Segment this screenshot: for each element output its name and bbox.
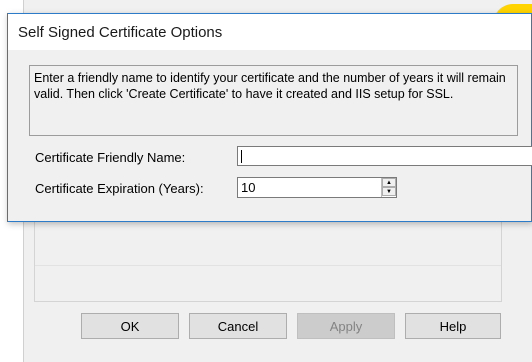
dialog-titlebar[interactable]: Self Signed Certificate Options bbox=[8, 14, 531, 50]
panel-divider bbox=[35, 265, 501, 266]
info-text-box: Enter a friendly name to identify your c… bbox=[29, 65, 518, 136]
ok-button[interactable]: OK bbox=[81, 313, 179, 339]
self-signed-certificate-dialog: Self Signed Certificate Options Enter a … bbox=[7, 13, 532, 222]
help-button[interactable]: Help bbox=[405, 313, 501, 339]
dialog-title: Self Signed Certificate Options bbox=[18, 23, 223, 41]
info-text: Enter a friendly name to identify your c… bbox=[34, 71, 506, 101]
spin-up-icon[interactable]: ▲ bbox=[382, 178, 396, 187]
parent-dialog-panel bbox=[34, 210, 502, 302]
spin-down-icon[interactable]: ▼ bbox=[382, 187, 396, 196]
expiration-years-stepper[interactable]: 10 ▲ ▼ bbox=[237, 177, 397, 198]
expiration-years-value[interactable]: 10 bbox=[241, 180, 255, 195]
friendly-name-input[interactable] bbox=[237, 146, 532, 166]
apply-button: Apply bbox=[297, 313, 395, 339]
text-caret bbox=[241, 150, 242, 163]
friendly-name-label: Certificate Friendly Name: bbox=[35, 150, 186, 165]
expiration-label: Certificate Expiration (Years): bbox=[35, 181, 204, 196]
cancel-button[interactable]: Cancel bbox=[189, 313, 287, 339]
spin-buttons: ▲ ▼ bbox=[381, 178, 396, 197]
